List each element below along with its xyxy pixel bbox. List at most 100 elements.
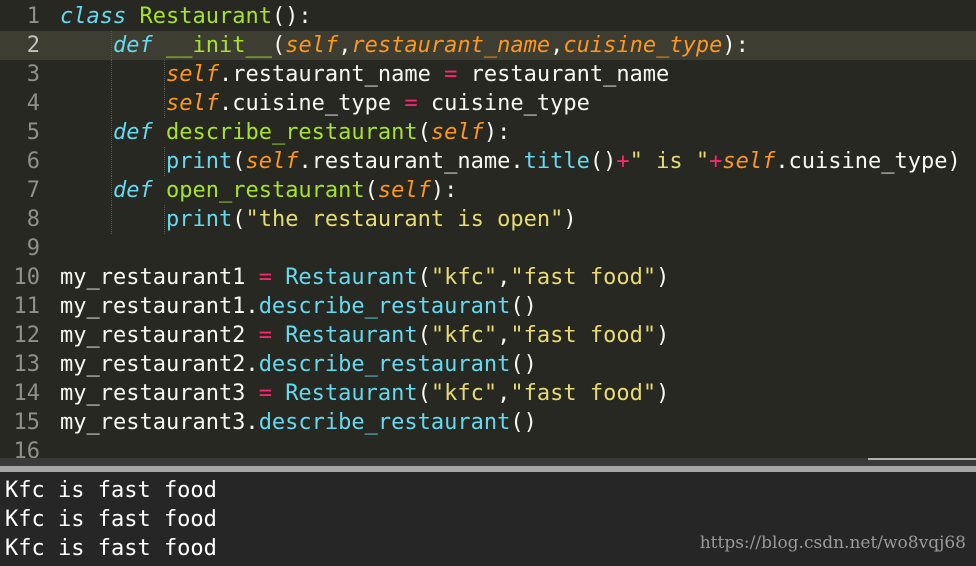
code-token: "fast food" bbox=[510, 323, 657, 348]
code-token: () bbox=[510, 352, 537, 377]
code-line[interactable]: 8 print("the restaurant is open") bbox=[0, 205, 976, 234]
code-token: ( bbox=[271, 33, 286, 58]
code-token: .cuisine_type bbox=[218, 91, 405, 116]
code-line[interactable]: 16 bbox=[0, 437, 976, 458]
code-token: print bbox=[165, 149, 233, 174]
code-token: "the restaurant is open" bbox=[245, 207, 564, 232]
code-token: describe_restaurant bbox=[258, 352, 511, 377]
code-token: () bbox=[510, 410, 537, 435]
code-token: self bbox=[285, 33, 339, 58]
code-token: "fast food" bbox=[510, 381, 657, 406]
horizontal-scrollbar[interactable] bbox=[0, 458, 976, 466]
code-line[interactable]: 5 def describe_restaurant(self): bbox=[0, 118, 976, 147]
code-token: ( bbox=[364, 178, 378, 203]
code-token: class bbox=[60, 4, 127, 29]
code-token: " is " bbox=[629, 149, 710, 174]
line-number: 14 bbox=[13, 381, 41, 406]
code-token: self bbox=[165, 62, 219, 87]
code-token: , bbox=[497, 381, 511, 406]
watermark: https://blog.csdn.net/wo8vqj68 bbox=[699, 533, 966, 553]
code-token: describe_restaurant bbox=[258, 294, 511, 319]
code-token: def bbox=[112, 178, 153, 203]
code-text: print(self.restaurant_name.title()+" is … bbox=[60, 147, 961, 176]
line-number: 3 bbox=[26, 62, 40, 87]
code-line[interactable]: 13 my_restaurant2.describe_restaurant() bbox=[0, 350, 976, 379]
code-line[interactable]: 15 my_restaurant3.describe_restaurant() bbox=[0, 408, 976, 437]
code-text: class Restaurant(): bbox=[60, 2, 312, 31]
code-line[interactable]: 14 my_restaurant3 = Restaurant("kfc","fas… bbox=[0, 379, 976, 408]
indent-guide bbox=[111, 89, 112, 118]
code-editor[interactable]: 1 class Restaurant(): 2 def __init__(self,… bbox=[0, 0, 976, 458]
console-output-line: Kfc is fast food bbox=[5, 507, 217, 532]
code-line[interactable]: 9 bbox=[0, 234, 976, 263]
code-token: , bbox=[497, 323, 511, 348]
code-token: ): bbox=[483, 120, 511, 145]
code-line[interactable]: 3 self.restaurant_name = restaurant_name bbox=[0, 60, 976, 89]
code-token: Restaurant bbox=[285, 381, 418, 406]
code-token: my_restaurant3. bbox=[60, 410, 259, 435]
code-text: def describe_restaurant(self): bbox=[60, 118, 510, 147]
code-line[interactable]: 1 class Restaurant(): bbox=[0, 2, 976, 31]
scrollbar-thumb[interactable] bbox=[868, 458, 976, 460]
code-line[interactable]: 2 def __init__(self,restaurant_name,cuis… bbox=[0, 31, 976, 60]
code-text: my_restaurant2.describe_restaurant() bbox=[60, 350, 537, 379]
line-number: 13 bbox=[13, 352, 41, 377]
code-token: ( bbox=[417, 120, 431, 145]
indent-guide bbox=[111, 147, 112, 176]
code-token: ( bbox=[417, 381, 431, 406]
code-line[interactable]: 10 my_restaurant1 = Restaurant("kfc","fas… bbox=[0, 263, 976, 292]
indent-guide bbox=[111, 176, 112, 205]
code-token: self bbox=[377, 178, 431, 203]
code-token: ): bbox=[430, 178, 458, 203]
panel-divider[interactable] bbox=[0, 458, 976, 472]
indent-guide bbox=[164, 60, 165, 89]
code-token: ( bbox=[417, 323, 431, 348]
code-line[interactable]: 7 def open_restaurant(self): bbox=[0, 176, 976, 205]
code-text: my_restaurant3 = Restaurant("kfc","fast … bbox=[60, 379, 669, 408]
code-token: "kfc" bbox=[430, 323, 498, 348]
code-token: , bbox=[497, 265, 511, 290]
indent-guide bbox=[164, 147, 165, 176]
code-token: ) bbox=[563, 207, 577, 232]
line-number: 1 bbox=[26, 4, 40, 29]
code-token: self bbox=[165, 91, 219, 116]
code-token: Restaurant bbox=[139, 4, 272, 29]
code-token: ) bbox=[656, 381, 670, 406]
console-output-line: Kfc is fast food bbox=[5, 478, 217, 503]
code-line[interactable]: 12 my_restaurant2 = Restaurant("kfc","fas… bbox=[0, 321, 976, 350]
line-number: 15 bbox=[13, 410, 41, 435]
code-token: .cuisine_type) bbox=[775, 149, 961, 174]
code-token: ) bbox=[656, 265, 670, 290]
code-token: = bbox=[258, 381, 272, 406]
code-token: = bbox=[404, 91, 418, 116]
code-token: my_restaurant1 bbox=[60, 265, 259, 290]
code-token: () bbox=[589, 149, 617, 174]
line-number: 2 bbox=[26, 33, 40, 58]
line-number: 10 bbox=[13, 265, 41, 290]
code-token: ( bbox=[232, 149, 246, 174]
code-token: "fast food" bbox=[510, 265, 657, 290]
code-text: self.restaurant_name = restaurant_name bbox=[60, 60, 669, 89]
line-number: 12 bbox=[13, 323, 41, 348]
indent-guide bbox=[111, 60, 112, 89]
indent-guide bbox=[111, 205, 112, 234]
code-token: restaurant_name bbox=[351, 33, 551, 58]
code-line[interactable]: 6 print(self.restaurant_name.title()+" i… bbox=[0, 147, 976, 176]
code-text: def open_restaurant(self): bbox=[60, 176, 457, 205]
code-token: + bbox=[616, 149, 630, 174]
code-line[interactable]: 11 my_restaurant1.describe_restaurant() bbox=[0, 292, 976, 321]
code-line[interactable]: 4 self.cuisine_type = cuisine_type bbox=[0, 89, 976, 118]
code-token: self bbox=[430, 120, 484, 145]
indent-guide bbox=[111, 31, 112, 60]
code-text: def __init__(self,restaurant_name,cuisin… bbox=[60, 31, 749, 60]
